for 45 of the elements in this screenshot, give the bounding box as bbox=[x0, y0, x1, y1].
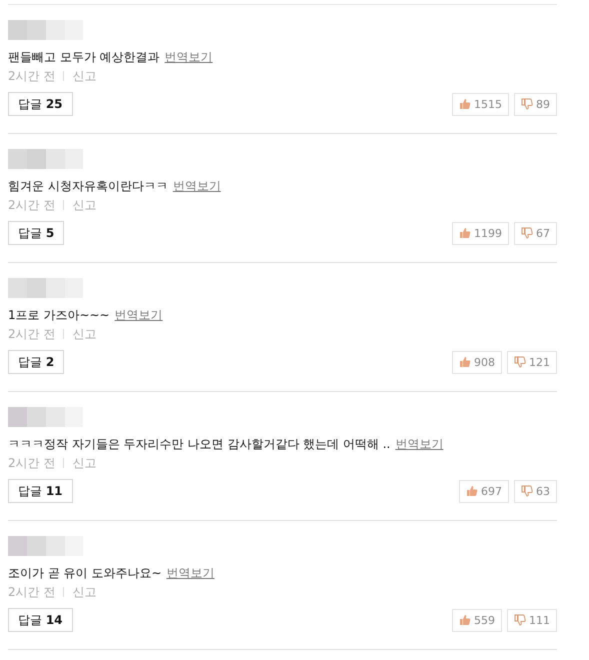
comment-text: 1프로 가즈아~~~ 번역보기 bbox=[8, 307, 164, 324]
like-button[interactable]: 697 bbox=[459, 480, 509, 502]
comment-text: 힘겨운 시청자유혹이란다ㅋㅋ 번역보기 bbox=[8, 178, 222, 195]
thumbs-up-icon bbox=[466, 485, 478, 497]
dislike-button[interactable]: 63 bbox=[514, 480, 557, 502]
comment-text: 조이가 곧 유이 도와주나요~ 번역보기 bbox=[8, 565, 216, 582]
like-button[interactable]: 1515 bbox=[452, 92, 509, 116]
thumbs-down-icon bbox=[514, 356, 526, 368]
thumbs-down-icon bbox=[521, 98, 533, 110]
reply-button[interactable]: 답글 5 bbox=[8, 221, 64, 245]
report-link[interactable]: 신고 bbox=[72, 68, 96, 84]
comment-time: 2시간 전 bbox=[8, 455, 56, 471]
like-button[interactable]: 1199 bbox=[452, 222, 509, 244]
thumbs-down-icon bbox=[514, 614, 526, 626]
report-link[interactable]: 신고 bbox=[72, 455, 96, 471]
reply-button[interactable]: 답글 14 bbox=[8, 608, 73, 632]
report-link[interactable]: 신고 bbox=[72, 197, 96, 213]
dislike-button[interactable]: 89 bbox=[514, 92, 557, 116]
comment-time: 2시간 전 bbox=[8, 197, 56, 213]
translate-link[interactable]: 번역보기 bbox=[395, 437, 444, 451]
thumbs-down-icon bbox=[521, 485, 533, 497]
report-link[interactable]: 신고 bbox=[72, 326, 96, 342]
dislike-button[interactable]: 111 bbox=[507, 608, 557, 632]
reply-button[interactable]: 답글 11 bbox=[8, 479, 73, 503]
thumbs-down-icon bbox=[521, 227, 533, 239]
comment-text: 팬들빼고 모두가 예상한결과 번역보기 bbox=[8, 49, 214, 66]
reply-button[interactable]: 답글 2 bbox=[8, 350, 64, 374]
comment-time: 2시간 전 bbox=[8, 584, 56, 600]
comment-time: 2시간 전 bbox=[8, 68, 56, 84]
dislike-button[interactable]: 67 bbox=[514, 222, 557, 244]
translate-link[interactable]: 번역보기 bbox=[172, 179, 221, 193]
thumbs-up-icon bbox=[459, 98, 471, 110]
report-link[interactable]: 신고 bbox=[72, 584, 96, 600]
dislike-button[interactable]: 121 bbox=[507, 350, 557, 374]
like-button[interactable]: 559 bbox=[452, 608, 502, 632]
reply-button[interactable]: 답글 25 bbox=[8, 92, 73, 116]
translate-link[interactable]: 번역보기 bbox=[164, 50, 213, 64]
translate-link[interactable]: 번역보기 bbox=[166, 566, 214, 580]
thumbs-up-icon bbox=[459, 614, 471, 626]
comment-time: 2시간 전 bbox=[8, 326, 56, 342]
comment-text: ㅋㅋㅋ정작 자기들은 두자리수만 나오면 감사할거같다 했는데 어떡해 .. 번역보기 bbox=[8, 436, 444, 453]
thumbs-up-icon bbox=[459, 356, 471, 368]
like-button[interactable]: 908 bbox=[452, 350, 502, 374]
translate-link[interactable]: 번역보기 bbox=[114, 308, 163, 322]
thumbs-up-icon bbox=[459, 227, 471, 239]
